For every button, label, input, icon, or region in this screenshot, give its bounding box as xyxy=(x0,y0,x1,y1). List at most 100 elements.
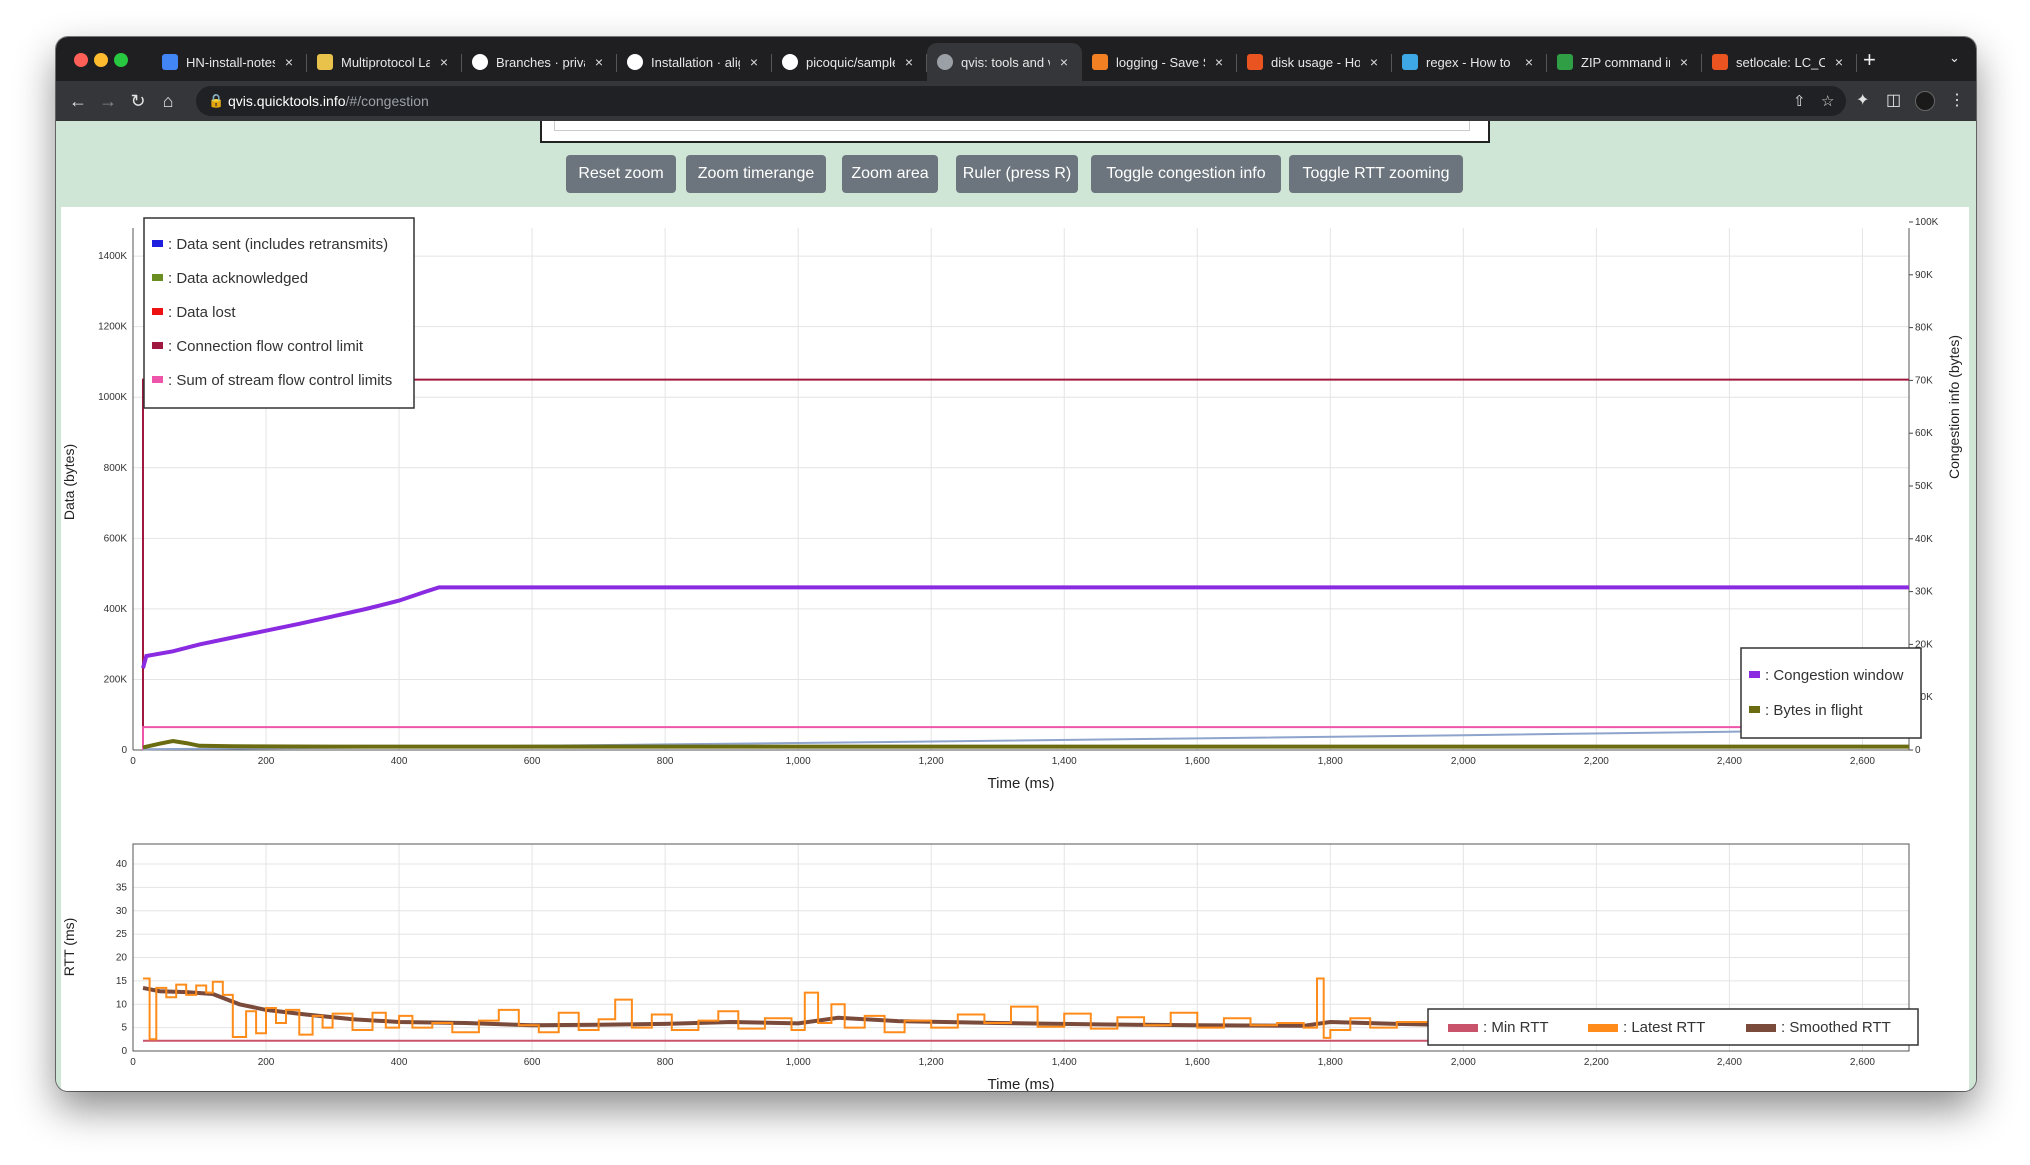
y-tick-label: 0 xyxy=(121,1046,127,1057)
back-icon[interactable]: ← xyxy=(66,89,90,113)
minimize-window-icon[interactable] xyxy=(94,53,108,67)
reset-zoom-button[interactable]: Reset zoom xyxy=(566,155,676,193)
tab-search-icon[interactable]: ⌄ xyxy=(1949,50,1960,66)
browser-tab[interactable]: regex - How to × xyxy=(1392,43,1547,81)
tab-close-icon[interactable]: × xyxy=(436,54,452,70)
x-tick-label: 1,600 xyxy=(1185,756,1210,767)
browser-tab[interactable]: picoquic/sample × xyxy=(772,43,927,81)
tab-close-icon[interactable]: × xyxy=(1676,54,1692,70)
x-tick-label: 0 xyxy=(130,1057,136,1068)
askubuntu-icon xyxy=(1247,54,1263,70)
menu-dots-icon[interactable]: ⋮ xyxy=(1949,90,1965,110)
x-tick-label: 600 xyxy=(524,756,541,767)
side-panel-icon[interactable]: ◫ xyxy=(1886,90,1901,110)
tab-close-icon[interactable]: × xyxy=(746,54,762,70)
y-right-tick-label: 30K xyxy=(1915,587,1933,598)
y-right-tick-label: 90K xyxy=(1915,270,1933,281)
x-tick-label: 200 xyxy=(258,756,275,767)
legend-label: : Min RTT xyxy=(1483,1019,1549,1036)
y-right-tick-label: 80K xyxy=(1915,323,1933,334)
browser-tab[interactable]: HN-install-notes × xyxy=(152,43,307,81)
url-host: qvis.quicktools.info xyxy=(228,93,346,109)
browser-tab[interactable]: qvis: tools and visualizations × xyxy=(927,43,1082,81)
x-tick-label: 2,400 xyxy=(1717,1057,1742,1068)
forward-icon[interactable]: → xyxy=(96,89,120,113)
browser-tab[interactable]: Installation · align × xyxy=(617,43,772,81)
x-tick-label: 1,400 xyxy=(1052,756,1077,767)
home-icon[interactable]: ⌂ xyxy=(156,89,180,113)
legend-label: : Congestion window xyxy=(1765,667,1904,684)
lock-icon[interactable]: 🔒 xyxy=(208,93,224,109)
tab-title: setlocale: LC_CTYPE xyxy=(1736,54,1825,70)
legend-swatch xyxy=(1749,706,1760,713)
close-window-icon[interactable] xyxy=(74,53,88,67)
tab-close-icon[interactable]: × xyxy=(281,54,297,70)
y-tick-label: 40 xyxy=(116,859,128,870)
x-tick-label: 1,200 xyxy=(919,756,944,767)
y-right-tick-label: 100K xyxy=(1915,217,1939,228)
address-bar[interactable]: 🔒 qvis.quicktools.info/#/congestion ⇧ ☆ xyxy=(196,86,1846,116)
tab-title: picoquic/sample xyxy=(806,54,895,70)
legend-label: : Data acknowledged xyxy=(168,270,308,287)
browser-tab[interactable]: disk usage - How × xyxy=(1237,43,1392,81)
legend-swatch xyxy=(152,376,163,383)
browser-window: HN-install-notes×Multiprotocol Label×Bra… xyxy=(56,37,1976,1091)
tab-close-icon[interactable]: × xyxy=(1831,54,1847,70)
tab-close-icon[interactable]: × xyxy=(1366,54,1382,70)
zoom-area-button[interactable]: Zoom area xyxy=(842,155,938,193)
x-tick-label: 2,200 xyxy=(1584,1057,1609,1068)
maximize-window-icon[interactable] xyxy=(114,53,128,67)
tab-close-icon[interactable]: × xyxy=(591,54,607,70)
browser-tab[interactable]: ZIP command in × xyxy=(1547,43,1702,81)
congestion-charts[interactable]: 0 200 400 600 800 1,000 1,200 1,400 1,600 1,800 2,… xyxy=(61,207,1969,1091)
y-tick-label: 600K xyxy=(104,533,128,544)
zoom-timerange-button[interactable]: Zoom timerange xyxy=(686,155,826,193)
browser-tab[interactable]: Branches · private × xyxy=(462,43,617,81)
x-tick-label: 2,000 xyxy=(1451,1057,1476,1068)
tab-close-icon[interactable]: × xyxy=(1521,54,1537,70)
share-icon[interactable]: ⇧ xyxy=(1793,92,1806,110)
tab-bar: HN-install-notes×Multiprotocol Label×Bra… xyxy=(56,37,1976,81)
y-right-tick-label: 0 xyxy=(1915,745,1921,756)
tab-separator xyxy=(1856,54,1857,72)
series-line xyxy=(141,585,1909,669)
x-tick-label: 1,200 xyxy=(919,1057,944,1068)
y-tick-label: 20 xyxy=(116,953,128,964)
profile-avatar[interactable] xyxy=(1915,91,1935,111)
toggle-rtt-zooming-button[interactable]: Toggle RTT zooming xyxy=(1289,155,1463,193)
y-tick-label: 35 xyxy=(116,882,128,893)
x-tick-label: 800 xyxy=(657,1057,674,1068)
x-tick-label: 1,800 xyxy=(1318,756,1343,767)
extensions-icon[interactable]: ✦ xyxy=(1856,90,1869,110)
legend-swatch xyxy=(152,240,163,247)
browser-tab[interactable]: logging - Save Stack × xyxy=(1082,43,1237,81)
askubuntu-icon xyxy=(1712,54,1728,70)
ruler-button[interactable]: Ruler (press R) xyxy=(956,155,1078,193)
browser-tab[interactable]: Multiprotocol Label × xyxy=(307,43,462,81)
tab-close-icon[interactable]: × xyxy=(1211,54,1227,70)
series-line xyxy=(142,378,1909,750)
legend-swatch xyxy=(152,342,163,349)
y-tick-label: 10 xyxy=(116,999,128,1010)
toggle-congestion-info-button[interactable]: Toggle congestion info xyxy=(1091,155,1281,193)
tab-title: logging - Save Stack xyxy=(1116,54,1205,70)
reload-icon[interactable]: ↻ xyxy=(126,89,150,113)
tab-close-icon[interactable]: × xyxy=(901,54,917,70)
bookmark-star-icon[interactable]: ☆ xyxy=(1821,92,1834,110)
x-tick-label: 2,600 xyxy=(1850,1057,1875,1068)
y-tick-label: 25 xyxy=(116,929,128,940)
x-tick-label: 1,000 xyxy=(786,756,811,767)
y-right-tick-label: 70K xyxy=(1915,375,1933,386)
x-tick-label: 1,400 xyxy=(1052,1057,1077,1068)
legend-swatch xyxy=(152,308,163,315)
legend-box xyxy=(1740,647,1922,739)
browser-tab[interactable]: setlocale: LC_CTYPE × xyxy=(1702,43,1857,81)
legend-swatch xyxy=(152,274,163,281)
x-tick-label: 600 xyxy=(524,1057,541,1068)
legend-label: : Data sent (includes retransmits) xyxy=(168,236,388,253)
new-tab-icon[interactable]: + xyxy=(1863,47,1876,73)
x-axis-title: Time (ms) xyxy=(988,775,1055,792)
y-tick-label: 30 xyxy=(116,906,128,917)
tab-close-icon[interactable]: × xyxy=(1056,54,1072,70)
globe-icon xyxy=(937,54,953,70)
